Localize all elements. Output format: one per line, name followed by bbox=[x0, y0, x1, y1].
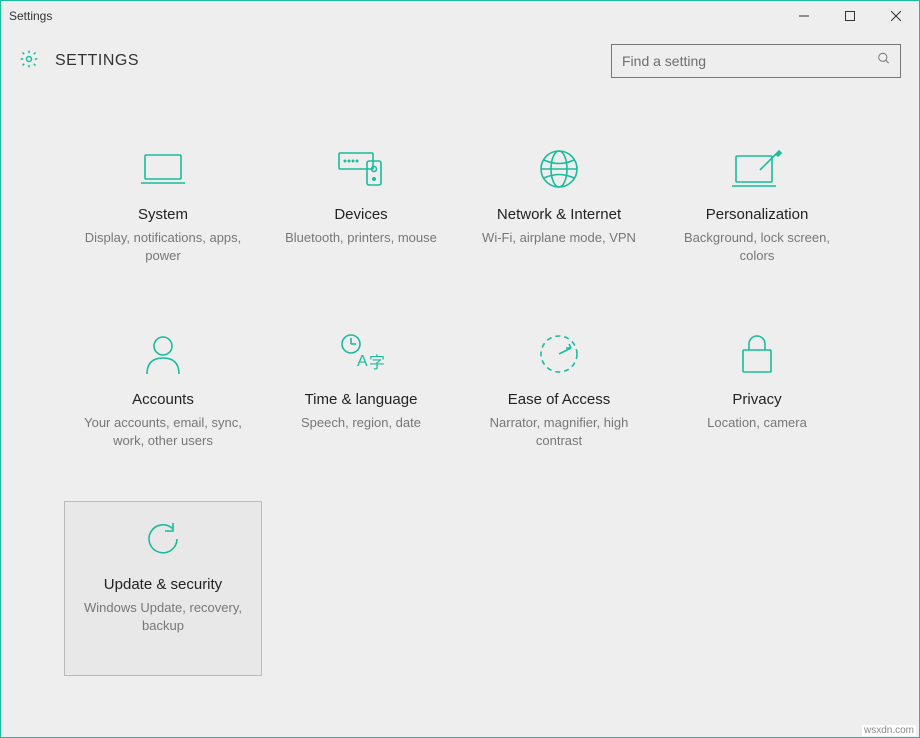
tile-system[interactable]: System Display, notifications, apps, pow… bbox=[64, 131, 262, 306]
close-button[interactable] bbox=[873, 1, 919, 31]
tile-title: Personalization bbox=[706, 206, 809, 223]
settings-window: Settings SETTINGS bbox=[0, 0, 920, 738]
tile-desc: Display, notifications, apps, power bbox=[71, 229, 255, 264]
tile-title: Devices bbox=[334, 206, 387, 223]
settings-grid: System Display, notifications, apps, pow… bbox=[11, 111, 909, 676]
search-wrap bbox=[611, 44, 901, 78]
tile-desc: Location, camera bbox=[703, 414, 811, 432]
tile-privacy[interactable]: Privacy Location, camera bbox=[658, 316, 856, 491]
personalization-icon bbox=[732, 142, 782, 196]
tile-desc: Speech, region, date bbox=[297, 414, 425, 432]
minimize-button[interactable] bbox=[781, 1, 827, 31]
accounts-icon bbox=[143, 327, 183, 381]
tile-ease-of-access[interactable]: Ease of Access Narrator, magnifier, high… bbox=[460, 316, 658, 491]
tile-title: Time & language bbox=[305, 391, 418, 408]
watermark: wsxdn.com bbox=[862, 725, 916, 736]
tile-desc: Wi-Fi, airplane mode, VPN bbox=[478, 229, 640, 247]
tile-desc: Your accounts, email, sync, work, other … bbox=[71, 414, 255, 449]
svg-text:A: A bbox=[357, 353, 368, 370]
tile-accounts[interactable]: Accounts Your accounts, email, sync, wor… bbox=[64, 316, 262, 491]
lock-icon bbox=[739, 327, 775, 381]
tile-title: Privacy bbox=[732, 391, 781, 408]
tile-time-language[interactable]: A字 Time & language Speech, region, date bbox=[262, 316, 460, 491]
tile-title: Ease of Access bbox=[508, 391, 611, 408]
maximize-button[interactable] bbox=[827, 1, 873, 31]
time-language-icon: A字 bbox=[337, 327, 385, 381]
window-controls bbox=[781, 1, 919, 31]
search-icon bbox=[877, 52, 891, 71]
tile-personalization[interactable]: Personalization Background, lock screen,… bbox=[658, 131, 856, 306]
tile-title: System bbox=[138, 206, 188, 223]
globe-icon bbox=[537, 142, 581, 196]
tile-desc: Narrator, magnifier, high contrast bbox=[467, 414, 651, 449]
tile-desc: Bluetooth, printers, mouse bbox=[281, 229, 441, 247]
gear-icon bbox=[19, 49, 39, 74]
header: SETTINGS bbox=[1, 31, 919, 91]
update-icon bbox=[141, 512, 185, 566]
system-icon bbox=[139, 142, 187, 196]
window-title: Settings bbox=[9, 9, 52, 23]
tile-desc: Background, lock screen, colors bbox=[665, 229, 849, 264]
search-input[interactable] bbox=[611, 44, 901, 78]
tile-update-security[interactable]: Update & security Windows Update, recove… bbox=[64, 501, 262, 676]
tile-title: Network & Internet bbox=[497, 206, 621, 223]
devices-icon bbox=[335, 142, 387, 196]
svg-text:字: 字 bbox=[369, 354, 385, 372]
tile-desc: Windows Update, recovery, backup bbox=[71, 599, 255, 634]
tile-network[interactable]: Network & Internet Wi-Fi, airplane mode,… bbox=[460, 131, 658, 306]
tile-title: Update & security bbox=[104, 576, 222, 593]
content-area: System Display, notifications, apps, pow… bbox=[1, 91, 919, 737]
tile-title: Accounts bbox=[132, 391, 194, 408]
ease-icon bbox=[537, 327, 581, 381]
tile-devices[interactable]: Devices Bluetooth, printers, mouse bbox=[262, 131, 460, 306]
header-title: SETTINGS bbox=[55, 52, 139, 70]
titlebar: Settings bbox=[1, 1, 919, 31]
header-heading: SETTINGS bbox=[19, 49, 139, 74]
